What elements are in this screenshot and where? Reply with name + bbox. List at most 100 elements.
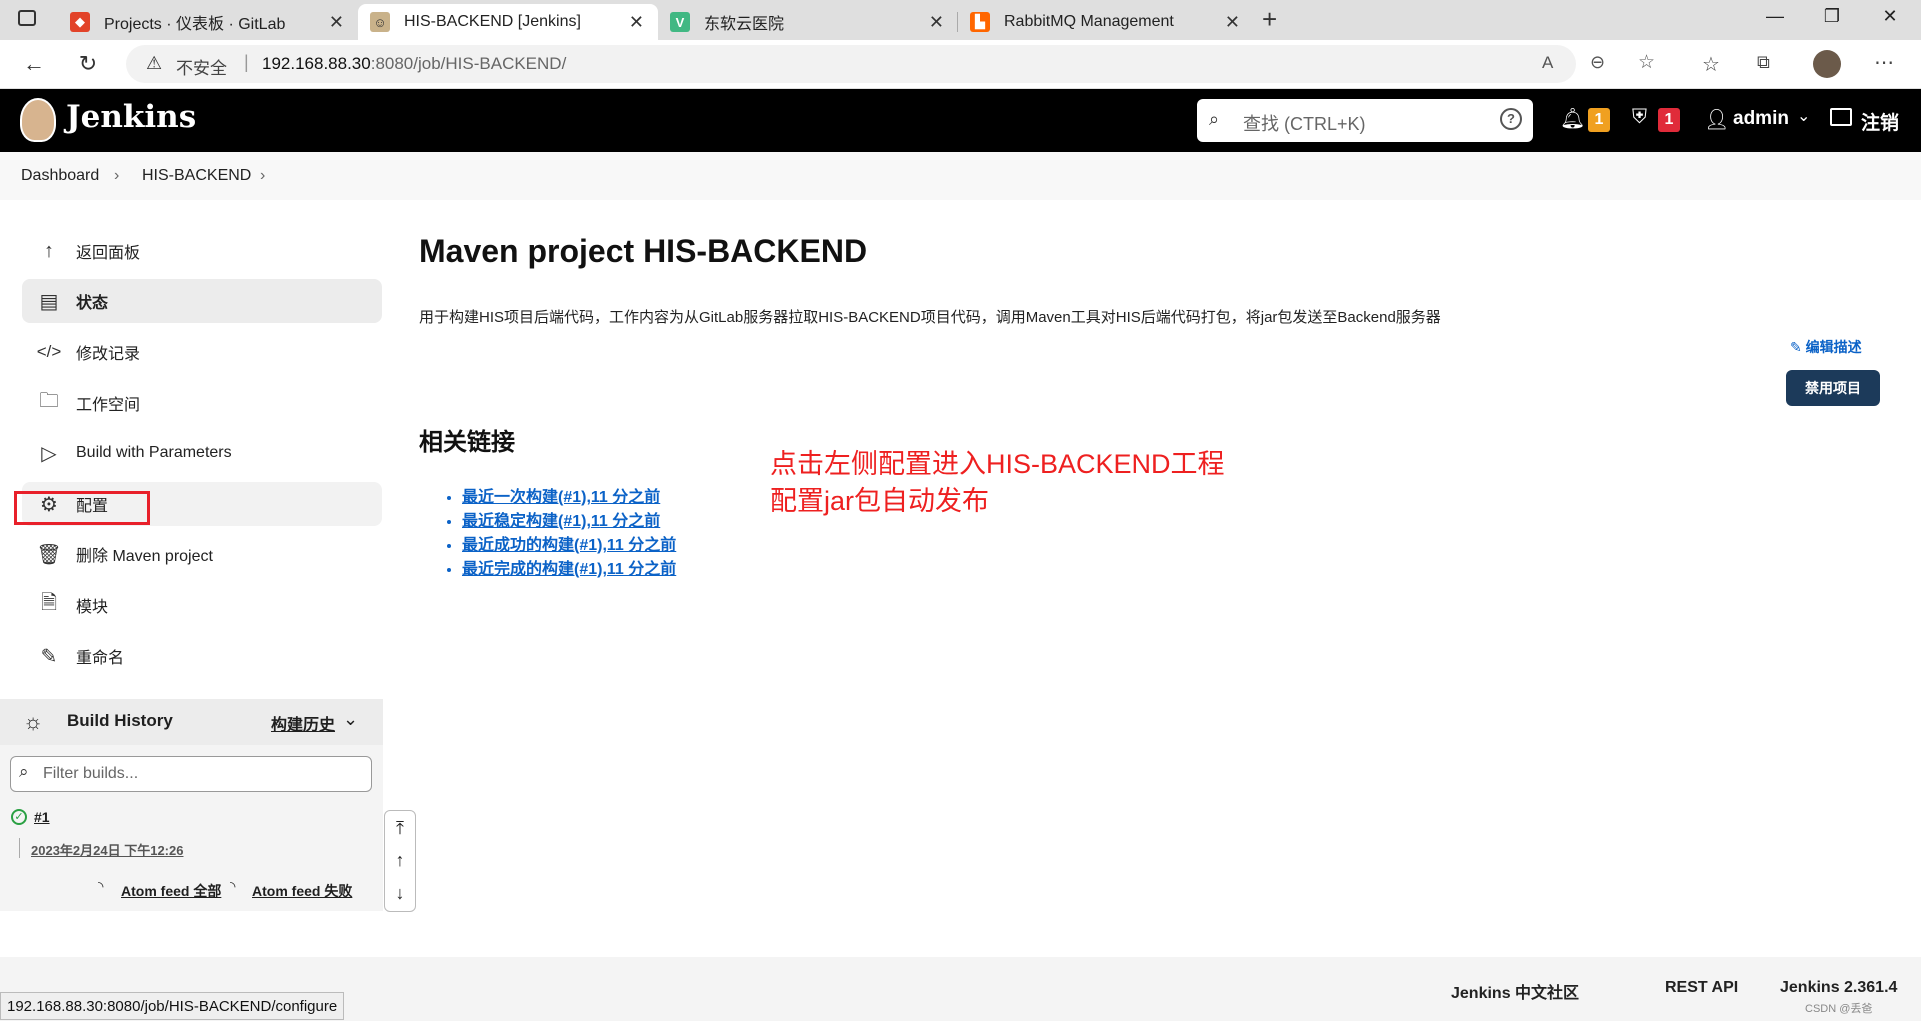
- url-divider: |: [244, 52, 249, 72]
- sidebar-item-delete[interactable]: 🗑︎ 删除 Maven project: [22, 532, 382, 576]
- collections-icon[interactable]: ⧉: [1757, 52, 1770, 73]
- sidebar-item-build-with-parameters[interactable]: ▷ Build with Parameters: [22, 431, 382, 475]
- tab-title: 东软云医院: [704, 16, 785, 33]
- reload-icon[interactable]: ↻: [70, 48, 106, 80]
- notification-count-badge[interactable]: 1: [1588, 108, 1610, 132]
- url-text[interactable]: 192.168.88.30:8080/job/HIS-BACKEND/: [262, 54, 566, 74]
- edit-description-label: 编辑描述: [1805, 339, 1862, 355]
- chevron-down-icon[interactable]: ⌄: [1797, 106, 1810, 126]
- edit-description-link[interactable]: ✎ 编辑描述: [1790, 337, 1862, 357]
- jenkins-icon: ☺: [370, 12, 390, 32]
- sidebar-item-modules[interactable]: 🗎︎ 模块: [22, 583, 382, 627]
- scroll-down-icon[interactable]: ↓: [384, 876, 416, 910]
- last-completed-build-link[interactable]: 最近完成的构建(#1),11 分之前: [462, 558, 676, 582]
- close-icon[interactable]: ✕: [629, 12, 644, 33]
- tab-title: HIS-BACKEND [Jenkins]: [404, 13, 581, 30]
- sidebar-item-label: 重命名: [76, 650, 125, 667]
- help-icon[interactable]: ?: [1500, 108, 1522, 130]
- new-tab-icon[interactable]: +: [1262, 4, 1277, 35]
- disable-project-button[interactable]: 禁用项目: [1786, 370, 1880, 406]
- search-input[interactable]: 查找 (CTRL+K): [1243, 110, 1366, 136]
- jenkins-logo-icon[interactable]: [20, 98, 56, 142]
- sidebar-item-rename[interactable]: ✎ 重命名: [22, 634, 382, 678]
- zoom-icon[interactable]: ⊖: [1590, 52, 1605, 73]
- annotation-text: 点击左侧配置进入HIS-BACKEND工程 配置jar包自动发布: [770, 446, 1225, 520]
- build-number-link[interactable]: #1: [34, 809, 50, 825]
- logout-link[interactable]: 注销: [1861, 108, 1899, 135]
- bell-icon[interactable]: 🔔︎: [1560, 106, 1585, 131]
- last-successful-build-link[interactable]: 最近成功的构建(#1),11 分之前: [462, 534, 676, 558]
- build-date-link[interactable]: 2023年2月24日 下午12:26: [31, 840, 183, 859]
- watermark: CSDN @丢爸: [1805, 1003, 1873, 1015]
- sidebar-item-workspace[interactable]: 🗀︎ 工作空间: [22, 381, 382, 425]
- sidebar-item-back-to-dashboard[interactable]: ↑ 返回面板: [22, 229, 382, 273]
- chevron-down-icon[interactable]: ⌄: [343, 709, 358, 730]
- profile-avatar[interactable]: [1813, 50, 1841, 78]
- job-description: 用于构建HIS项目后端代码，工作内容为从GitLab服务器拉取HIS-BACKE…: [419, 309, 1441, 326]
- scroll-up-icon[interactable]: ↑: [384, 843, 416, 877]
- atom-feed-failed-link[interactable]: Atom feed 失败: [252, 881, 352, 901]
- search-box[interactable]: ⌕ 查找 (CTRL+K) ?: [1197, 99, 1533, 142]
- close-icon[interactable]: ✕: [1225, 12, 1240, 33]
- build-trend-icon: ☼: [23, 709, 44, 734]
- footer-rest-api-link[interactable]: REST API: [1665, 979, 1738, 997]
- tab-rabbitmq[interactable]: ▙ RabbitMQ Management ✕: [958, 4, 1254, 40]
- vue-icon: V: [670, 12, 690, 32]
- favorites-icon[interactable]: ☆: [1702, 52, 1720, 77]
- close-window-icon[interactable]: ✕: [1870, 6, 1910, 27]
- filter-builds-input[interactable]: ⌕ Filter builds...: [10, 756, 372, 792]
- sidebar-item-label: 状态: [76, 295, 109, 312]
- more-options-icon[interactable]: ⋯: [1874, 50, 1894, 75]
- back-arrow-icon[interactable]: ←: [16, 48, 52, 80]
- breadcrumb-dashboard[interactable]: Dashboard: [21, 167, 99, 185]
- sidebar-item-label: 模块: [76, 599, 109, 616]
- rss-icon: ◝: [98, 878, 104, 894]
- search-icon: ⌕: [1209, 109, 1220, 129]
- scroll-top-icon[interactable]: ⤒: [384, 811, 416, 845]
- tab-gitlab[interactable]: ◆ Projects · 仪表板 · GitLab ✕: [58, 4, 358, 40]
- url-host: 192.168.88.30: [262, 54, 371, 73]
- chevron-right-icon[interactable]: ›: [260, 167, 265, 185]
- brand-name[interactable]: Jenkins: [66, 99, 196, 135]
- chevron-right-icon: ›: [114, 167, 120, 184]
- atom-feed-all-link[interactable]: Atom feed 全部: [121, 881, 221, 901]
- code-icon: </>: [36, 342, 62, 361]
- user-icon: 👤︎: [1704, 109, 1730, 131]
- last-stable-build-link[interactable]: 最近稳定构建(#1),11 分之前: [462, 510, 676, 534]
- play-icon: ▷: [41, 442, 57, 465]
- rabbitmq-icon: ▙: [970, 12, 990, 32]
- related-links-heading: 相关链接: [419, 429, 515, 456]
- favorite-add-icon[interactable]: ☆: [1638, 51, 1655, 74]
- pencil-icon: ✎: [40, 645, 58, 668]
- restore-icon[interactable]: ❐: [1812, 6, 1852, 27]
- url-path: :8080/job/HIS-BACKEND/: [370, 54, 567, 73]
- last-build-link[interactable]: 最近一次构建(#1),11 分之前: [462, 486, 676, 510]
- tab-title: Projects · 仪表板 · GitLab: [104, 16, 286, 33]
- shield-icon[interactable]: ⛨: [1632, 106, 1647, 129]
- security-label: 不安全: [176, 59, 227, 78]
- security-count-badge[interactable]: 1: [1658, 108, 1680, 132]
- tab-jenkins[interactable]: ☺ HIS-BACKEND [Jenkins] ✕: [358, 4, 658, 40]
- sidebar-item-label: 返回面板: [76, 245, 141, 262]
- build-trend-link[interactable]: 构建历史: [271, 711, 335, 735]
- address-bar[interactable]: ⚠ 不安全 | 192.168.88.30:8080/job/HIS-BACKE…: [126, 45, 1655, 83]
- tab-hospital[interactable]: V 东软云医院 ✕: [658, 4, 958, 40]
- breadcrumb-job[interactable]: HIS-BACKEND: [142, 167, 251, 185]
- close-icon[interactable]: ✕: [329, 12, 344, 33]
- sidebar-item-changes[interactable]: </> 修改记录: [22, 330, 382, 374]
- tab-actions-icon[interactable]: [18, 10, 36, 26]
- trash-icon: 🗑︎: [36, 543, 62, 566]
- close-icon[interactable]: ✕: [929, 12, 944, 33]
- footer-community-link[interactable]: Jenkins 中文社区: [1451, 979, 1579, 1003]
- status-bar-url: 192.168.88.30:8080/job/HIS-BACKEND/confi…: [0, 992, 345, 1020]
- folder-icon: 🗀︎: [39, 390, 59, 412]
- read-aloud-icon[interactable]: A: [1542, 53, 1553, 73]
- logout-icon: [1830, 108, 1852, 126]
- minimize-icon[interactable]: —: [1755, 6, 1795, 27]
- sidebar-item-status[interactable]: ▤ 状态: [22, 279, 382, 323]
- rss-icon: ◝: [230, 878, 236, 894]
- build-row-divider: [19, 838, 20, 858]
- footer-version-link[interactable]: Jenkins 2.361.4: [1780, 979, 1897, 997]
- user-name[interactable]: admin: [1733, 108, 1789, 130]
- success-icon: ✓: [11, 809, 27, 825]
